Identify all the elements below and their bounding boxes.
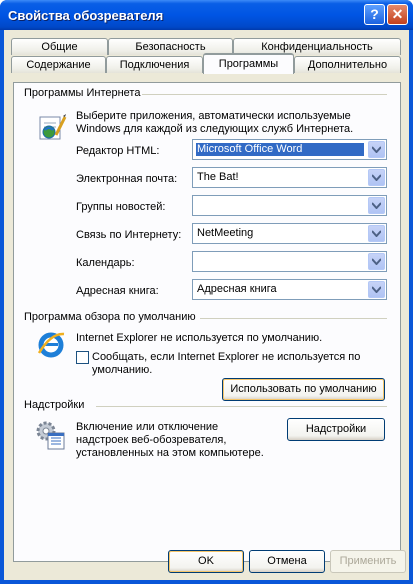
window-title: Свойства обозревателя bbox=[8, 8, 164, 23]
dialog-client-area: Общие Безопасность Конфиденциальность Со… bbox=[4, 30, 409, 580]
notify-default-label-line1: Сообщать, если Internet Explorer не испо… bbox=[92, 351, 361, 363]
chevron-down-icon[interactable] bbox=[368, 253, 385, 270]
tab-general[interactable]: Общие bbox=[11, 38, 108, 55]
ok-button[interactable]: OK bbox=[168, 550, 244, 573]
notify-default-label-line2: умолчанию. bbox=[92, 364, 153, 376]
chevron-down-icon[interactable] bbox=[368, 169, 385, 186]
programs-tab-panel: Программы Интернета Выберите приложения,… bbox=[13, 82, 401, 562]
newsgroups-label: Группы новостей: bbox=[76, 201, 166, 213]
addons-button[interactable]: Надстройки bbox=[287, 418, 385, 441]
chevron-down-icon[interactable] bbox=[368, 281, 385, 298]
default-browser-group-title: Программа обзора по умолчанию bbox=[24, 311, 196, 323]
addons-description-line3: установленных на этом компьютере. bbox=[76, 447, 264, 459]
cancel-button[interactable]: Отмена bbox=[249, 550, 325, 573]
make-default-button[interactable]: Использовать по умолчанию bbox=[222, 378, 385, 401]
html-editor-label: Редактор HTML: bbox=[76, 145, 160, 157]
apply-button[interactable]: Применить bbox=[330, 550, 406, 573]
chevron-down-icon[interactable] bbox=[368, 141, 385, 158]
internet-programs-icon bbox=[36, 111, 68, 143]
tab-connections[interactable]: Подключения bbox=[106, 56, 203, 73]
tab-advanced[interactable]: Дополнительно bbox=[294, 56, 401, 73]
calendar-label: Календарь: bbox=[76, 257, 135, 269]
address-book-label: Адресная книга: bbox=[76, 285, 159, 297]
internet-call-label: Связь по Интернету: bbox=[76, 229, 182, 241]
chevron-down-icon[interactable] bbox=[368, 197, 385, 214]
tab-content[interactable]: Содержание bbox=[11, 56, 106, 73]
addons-description-line1: Включение или отключение bbox=[76, 421, 219, 433]
internet-call-select[interactable]: NetMeeting bbox=[192, 223, 387, 244]
email-value: The Bat! bbox=[197, 171, 239, 183]
internet-explorer-icon bbox=[36, 329, 66, 359]
newsgroups-select[interactable] bbox=[192, 195, 387, 216]
title-bar[interactable]: Свойства обозревателя ? ✕ bbox=[0, 0, 413, 30]
email-select[interactable]: The Bat! bbox=[192, 167, 387, 188]
internet-call-value: NetMeeting bbox=[197, 227, 254, 239]
html-editor-value: Microsoft Office Word bbox=[196, 143, 364, 156]
calendar-select[interactable] bbox=[192, 251, 387, 272]
email-label: Электронная почта: bbox=[76, 173, 178, 185]
newsgroups-value bbox=[196, 199, 198, 212]
group-divider bbox=[200, 318, 387, 319]
internet-options-window: Свойства обозревателя ? ✕ Общие Безопасн… bbox=[0, 0, 413, 584]
addons-description-line2: надстроек веб-обозревателя, bbox=[76, 434, 227, 446]
chevron-down-icon[interactable] bbox=[368, 225, 385, 242]
tab-programs[interactable]: Программы bbox=[203, 53, 294, 74]
addons-gear-icon bbox=[34, 419, 68, 453]
default-browser-status: Internet Explorer не используется по умо… bbox=[76, 332, 323, 344]
html-editor-select[interactable]: Microsoft Office Word bbox=[192, 139, 387, 160]
address-book-value: Адресная книга bbox=[197, 283, 277, 295]
address-book-select[interactable]: Адресная книга bbox=[192, 279, 387, 300]
group-divider bbox=[96, 406, 387, 407]
help-button[interactable]: ? bbox=[364, 4, 385, 25]
close-button[interactable]: ✕ bbox=[387, 4, 408, 25]
internet-programs-group-title: Программы Интернета bbox=[24, 87, 141, 99]
calendar-value bbox=[196, 255, 198, 268]
addons-group-title: Надстройки bbox=[24, 399, 85, 411]
internet-programs-description-line2: Windows для каждой из следующих служб Ин… bbox=[76, 123, 354, 135]
group-divider bbox=[142, 94, 387, 95]
notify-default-checkbox[interactable] bbox=[76, 351, 89, 364]
internet-programs-description-line1: Выберите приложения, автоматически испол… bbox=[76, 110, 351, 122]
